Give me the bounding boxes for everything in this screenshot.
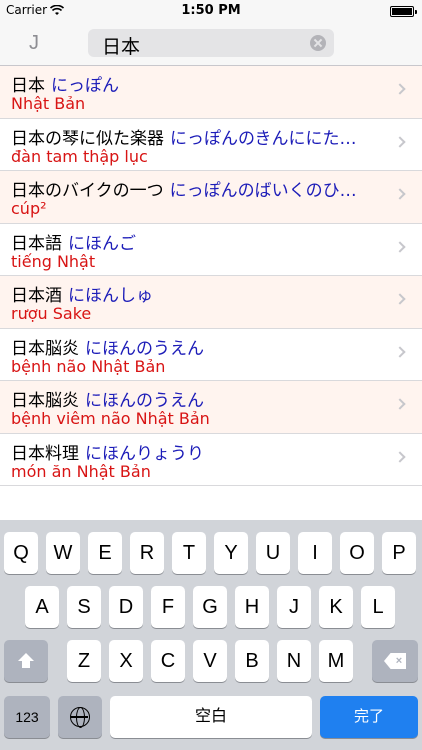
key-u[interactable]: U xyxy=(256,532,290,574)
key-k[interactable]: K xyxy=(319,586,353,628)
key-n[interactable]: N xyxy=(277,640,311,682)
key-x[interactable]: X xyxy=(109,640,143,682)
key-o[interactable]: O xyxy=(340,532,374,574)
key-i[interactable]: I xyxy=(298,532,332,574)
key-a[interactable]: A xyxy=(25,586,59,628)
entry-term: 日本 xyxy=(11,76,45,96)
list-item[interactable]: 日本酒 にほんしゅ rượu Sake xyxy=(0,276,422,329)
key-l[interactable]: L xyxy=(361,586,395,628)
entry-meaning: bệnh viêm não Nhật Bản xyxy=(11,409,210,428)
key-f[interactable]: F xyxy=(151,586,185,628)
delete-key[interactable]: × xyxy=(372,640,418,682)
chevron-right-icon xyxy=(394,83,406,95)
chevron-right-icon xyxy=(394,188,406,200)
chevron-right-icon xyxy=(394,398,406,410)
list-item[interactable]: 日本脳炎 にほんのうえん bệnh não Nhật Bản xyxy=(0,328,422,381)
key-s[interactable]: S xyxy=(67,586,101,628)
results-list: 日本 にっぽん Nhật Bản 日本の琴に似た楽器 にっぽんのきんににた… đàn… xyxy=(0,66,422,486)
key-e[interactable]: E xyxy=(88,532,122,574)
list-item[interactable]: 日本料理 にほんりょうり món ăn Nhật Bản xyxy=(0,433,422,486)
entry-meaning: cúp² xyxy=(11,199,47,218)
key-w[interactable]: W xyxy=(46,532,80,574)
clear-search-icon[interactable] xyxy=(310,35,326,51)
key-g[interactable]: G xyxy=(193,586,227,628)
entry-meaning: món ăn Nhật Bản xyxy=(11,461,151,481)
key-j[interactable]: J xyxy=(277,586,311,628)
space-key[interactable]: 空白 xyxy=(110,696,312,738)
entry-meaning: bệnh não Nhật Bản xyxy=(11,356,166,376)
entry-term: 日本酒 xyxy=(11,286,62,306)
entry-reading: にっぽん xyxy=(51,76,119,96)
entry-term: 日本脳炎 xyxy=(11,338,79,359)
entry-reading: にほんのうえん xyxy=(85,391,204,411)
key-q[interactable]: Q xyxy=(4,532,38,574)
key-h[interactable]: H xyxy=(235,586,269,628)
entry-term: 日本の琴に似た楽器 xyxy=(11,128,164,149)
chevron-right-icon xyxy=(394,293,406,305)
key-d[interactable]: D xyxy=(109,586,143,628)
search-input-value: 日本 xyxy=(102,36,141,58)
entry-reading: にほんりょうり xyxy=(85,443,204,464)
key-b[interactable]: B xyxy=(235,640,269,682)
key-c[interactable]: C xyxy=(151,640,185,682)
key-v[interactable]: V xyxy=(193,640,227,682)
entry-term: 日本語 xyxy=(11,233,62,254)
done-key[interactable]: 完了 xyxy=(320,696,418,738)
entry-meaning: tiếng Nhật xyxy=(11,251,96,271)
globe-key[interactable] xyxy=(58,696,102,738)
globe-icon xyxy=(70,707,90,728)
shift-key[interactable] xyxy=(4,640,48,682)
chevron-right-icon xyxy=(394,345,406,358)
entry-reading: にほんしゅ xyxy=(68,286,153,306)
numbers-key[interactable]: 123 xyxy=(4,696,50,738)
key-p[interactable]: P xyxy=(382,532,416,574)
entry-reading: にっぽんのばいくのひ… xyxy=(169,181,357,201)
status-time: 1:50 PM xyxy=(181,3,241,18)
entry-term: 日本料理 xyxy=(11,443,79,464)
search-bar: J 日本 xyxy=(0,22,422,66)
entry-meaning: Nhật Bản xyxy=(11,94,86,113)
key-r[interactable]: R xyxy=(130,532,164,574)
entry-reading: にほんのうえん xyxy=(85,338,204,359)
key-m[interactable]: M xyxy=(319,640,353,682)
battery-icon xyxy=(390,6,417,17)
list-item[interactable]: 日本のバイクの一つ にっぽんのばいくのひ… cúp² xyxy=(0,171,422,224)
entry-meaning: rượu Sake xyxy=(11,304,92,323)
entry-meaning: đàn tam thập lục xyxy=(11,146,148,166)
search-input[interactable]: 日本 xyxy=(88,29,334,58)
key-z[interactable]: Z xyxy=(67,640,101,682)
list-item[interactable]: 日本語 にほんご tiếng Nhật xyxy=(0,223,422,276)
list-item[interactable]: 日本の琴に似た楽器 にっぽんのきんににた… đàn tam thập lục xyxy=(0,118,422,171)
key-y[interactable]: Y xyxy=(214,532,248,574)
key-t[interactable]: T xyxy=(172,532,206,574)
entry-reading: にっぽんのきんににた… xyxy=(170,128,357,149)
entry-term: 日本脳炎 xyxy=(11,391,79,411)
list-item[interactable]: 日本脳炎 にほんのうえん bệnh viêm não Nhật Bản xyxy=(0,381,422,434)
chevron-right-icon xyxy=(394,135,406,148)
chevron-right-icon xyxy=(394,240,406,253)
list-item[interactable]: 日本 にっぽん Nhật Bản xyxy=(0,66,422,119)
entry-reading: にほんご xyxy=(68,233,136,254)
language-toggle-button[interactable]: J xyxy=(18,28,50,58)
status-bar: Carrier 1:50 PM xyxy=(0,0,422,22)
keyboard: Q W E R T Y U I O P A S D F G H J K L Z … xyxy=(0,520,422,750)
entry-term: 日本のバイクの一つ xyxy=(11,181,164,201)
chevron-right-icon xyxy=(394,450,406,463)
